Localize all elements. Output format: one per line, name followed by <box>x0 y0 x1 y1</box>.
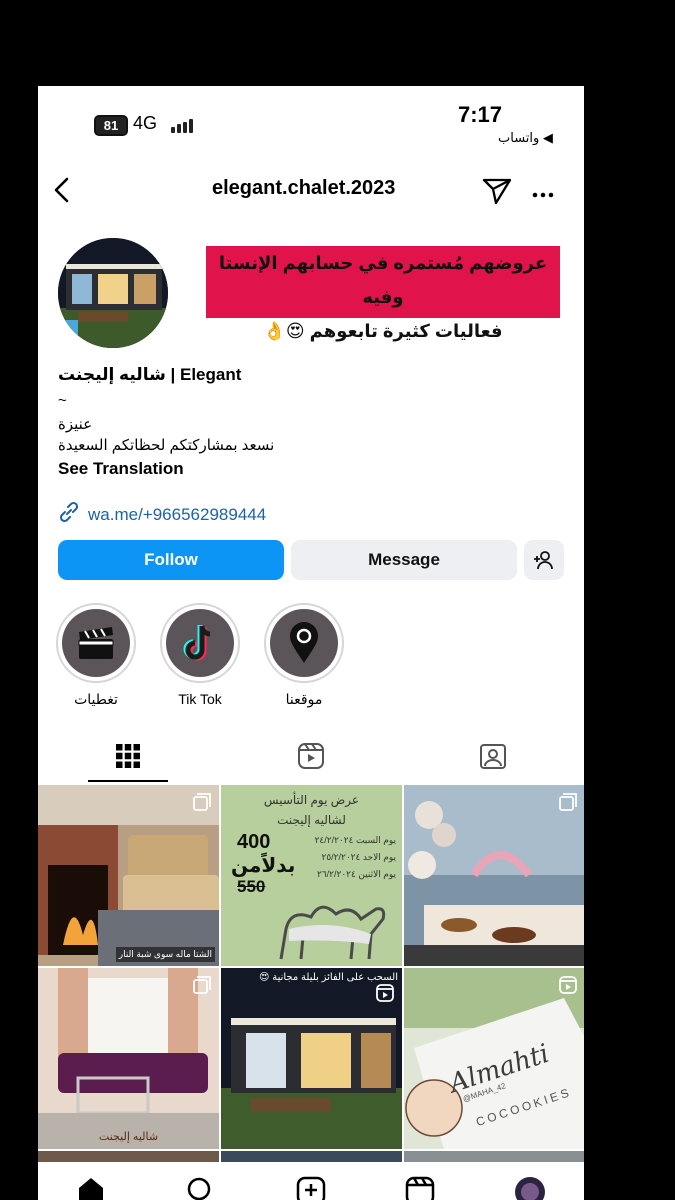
tab-reels[interactable] <box>281 734 341 778</box>
post-title: عرض يوم التأسيس <box>263 793 360 807</box>
tagged-icon <box>480 744 506 769</box>
post-thumbnail[interactable]: شاليه إليجنت <box>38 968 219 1149</box>
post-price-new: 400 <box>237 831 271 853</box>
banner-line-1: عروضهم مُستمره في حسابهم الإنستا وفيه <box>218 253 548 307</box>
post-thumbnail[interactable]: عرض يوم التأسيس لشاليه إليجنت 400 بدلاًم… <box>221 785 402 966</box>
post-date-line: يوم السبت ٢٤/٢/٢٠٢٤ <box>314 835 396 845</box>
message-button[interactable]: Message <box>291 540 517 580</box>
bio-location: عنيزة <box>58 416 93 433</box>
post-caption: الشتا ماله سوى شبة النار <box>115 947 215 962</box>
back-arrow-icon[interactable] <box>52 176 72 209</box>
bio-link[interactable]: wa.me/+966562989444 <box>58 501 266 528</box>
see-translation-link[interactable]: See Translation <box>58 459 184 479</box>
camel-illustration <box>279 905 386 960</box>
follow-button[interactable]: Follow <box>58 540 284 580</box>
highlight-coverage[interactable]: تغطيات <box>56 603 136 708</box>
network-type: 4G <box>133 113 158 133</box>
profile-avatar[interactable] <box>514 1176 546 1200</box>
reel-icon <box>376 984 394 1007</box>
reel-icon <box>559 976 577 999</box>
bio-text: نسعد بمشاركتكم لحظاتكم السعيدة <box>58 437 275 454</box>
highlight-label: Tik Tok <box>178 691 222 707</box>
link-icon <box>58 501 80 528</box>
highlight-tiktok[interactable]: Tik Tok <box>160 603 240 707</box>
post-date-line: يوم الاحد ٢٥/٢/٢٠٢٤ <box>321 852 397 862</box>
profile-username: elegant.chalet.2023 <box>212 177 396 199</box>
battery-indicator: 81 <box>94 115 128 136</box>
location-pin-icon <box>290 622 318 663</box>
reels-icon <box>298 743 324 769</box>
tab-tagged[interactable] <box>463 734 523 778</box>
post-caption: شاليه إليجنت <box>98 1131 159 1143</box>
post-thumbnail[interactable]: السحب على الفائز بليلة مجانية 😍 <box>221 968 402 1149</box>
home-icon[interactable] <box>76 1176 106 1200</box>
highlight-label: تغطيات <box>74 691 118 707</box>
active-tab-indicator <box>88 780 168 782</box>
back-to-app-link[interactable]: ◀ واتساب <box>498 130 553 146</box>
multi-post-icon <box>193 793 211 816</box>
banner-line-2: فعاليات كثيرة تابعوهم 😍👌 <box>263 321 503 341</box>
more-icon[interactable] <box>532 186 554 204</box>
reels-icon[interactable] <box>405 1176 435 1200</box>
bio-link-text[interactable]: wa.me/+966562989444 <box>88 505 266 525</box>
send-icon[interactable] <box>482 177 512 210</box>
multi-post-icon <box>193 976 211 999</box>
add-person-icon <box>534 551 553 570</box>
clock: 7:17 <box>458 102 503 127</box>
tab-grid[interactable] <box>98 734 158 778</box>
profile-display-name: شاليه إليجنت | Elegant <box>58 365 242 384</box>
post-caption: السحب على الفائز بليلة مجانية 😍 <box>259 972 398 983</box>
clapperboard-icon <box>78 627 114 659</box>
suggest-people-button[interactable] <box>524 540 564 580</box>
bio-tilde: ~ <box>58 392 67 409</box>
highlight-label: موقعنا <box>285 691 323 707</box>
tiktok-icon <box>183 625 211 661</box>
promo-banner: عروضهم مُستمره في حسابهم الإنستا وفيه فع… <box>206 246 560 341</box>
post-date-line: يوم الاثنين ٢٦/٢/٢٠٢٤ <box>317 869 396 879</box>
new-post-icon[interactable] <box>296 1176 326 1200</box>
post-thumbnail[interactable]: Almahti @MAHA_42 COCOOKIES <box>404 968 584 1149</box>
signal-icon <box>171 119 197 133</box>
post-price-label: بدلاًمن <box>231 855 296 877</box>
post-thumbnail[interactable]: الشتا ماله سوى شبة النار <box>38 785 219 966</box>
instagram-profile-screen: 81 4G 7:17 ◀ واتساب elegant.chalet.2023 … <box>38 86 584 1200</box>
multi-post-icon <box>559 793 577 816</box>
search-icon[interactable] <box>186 1176 214 1200</box>
grid-icon <box>116 744 140 768</box>
profile-avatar[interactable] <box>58 238 168 348</box>
post-thumbnail[interactable] <box>404 785 584 966</box>
post-subtitle: لشاليه إليجنت <box>277 813 346 827</box>
highlight-location[interactable]: موقعنا <box>264 603 344 708</box>
